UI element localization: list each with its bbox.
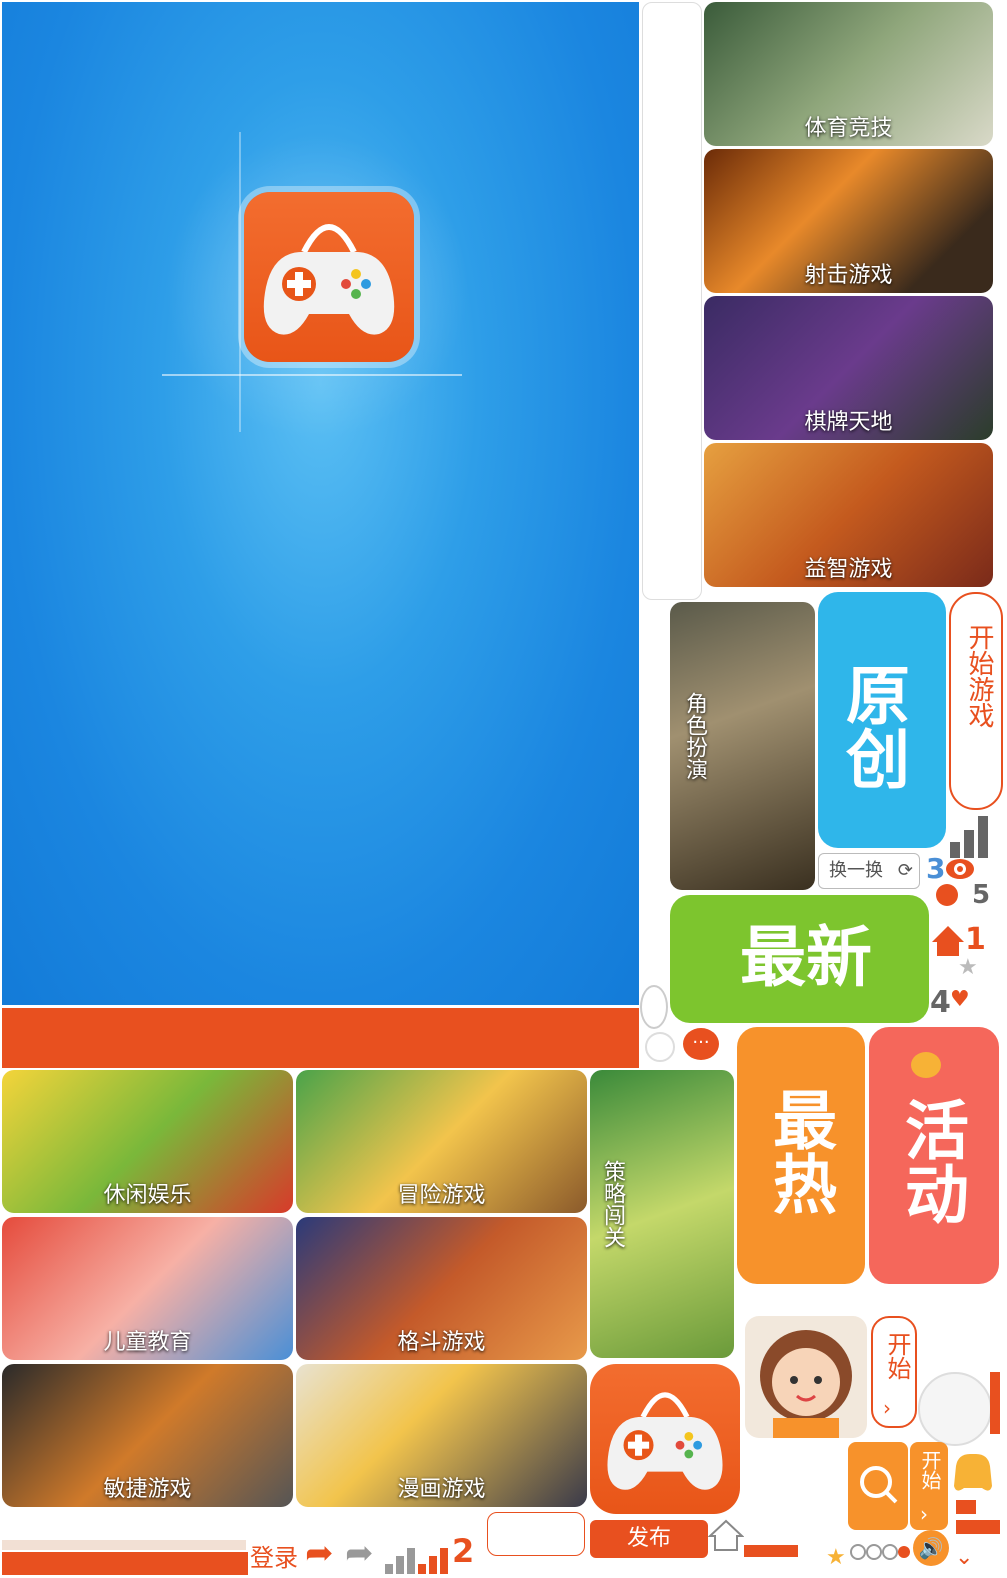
- category-label: 体育竞技: [804, 116, 893, 141]
- chevron-down-icon[interactable]: ⌄: [955, 1545, 973, 1570]
- category-label: 儿童教育: [103, 1330, 192, 1355]
- header-bar: [2, 1008, 639, 1068]
- balloon-icon: [911, 1052, 941, 1078]
- accent-block: [956, 1500, 976, 1514]
- star-icon: ★: [958, 955, 978, 980]
- star-icon: ★: [826, 1545, 846, 1570]
- tile-original[interactable]: 原创: [818, 592, 946, 848]
- share-icon[interactable]: ➦: [345, 1533, 374, 1573]
- category-card-agile[interactable]: 敏捷游戏: [2, 1364, 293, 1507]
- refresh-button[interactable]: 换一换 ⟳: [818, 853, 920, 889]
- progress-track: [2, 1540, 246, 1550]
- avatar: [745, 1316, 867, 1438]
- tile-label: 最热: [762, 1087, 836, 1215]
- refresh-icon: ⟳: [897, 860, 913, 881]
- category-label: 益智游戏: [804, 557, 893, 582]
- category-card-roleplay[interactable]: 角色扮演: [670, 602, 815, 890]
- category-card-cards[interactable]: 棋牌天地: [704, 296, 993, 440]
- search-button[interactable]: [848, 1442, 908, 1530]
- sprite-number: 4: [930, 985, 951, 1020]
- ring-shape: [645, 1032, 675, 1062]
- input-box[interactable]: [487, 1512, 585, 1556]
- category-card-puzzle[interactable]: 益智游戏: [704, 443, 993, 587]
- category-card-shooting[interactable]: 射击游戏: [704, 149, 993, 293]
- category-card-kids[interactable]: 儿童教育: [2, 1217, 293, 1360]
- category-label: 棋牌天地: [804, 410, 893, 435]
- home-outline-icon[interactable]: [707, 1518, 745, 1556]
- accent-block: [956, 1520, 1000, 1534]
- category-label: 休闲娱乐: [103, 1183, 192, 1208]
- eye-icon: [945, 856, 975, 882]
- sprite-number: 5: [972, 880, 991, 910]
- tile-activity[interactable]: 活动: [869, 1027, 999, 1284]
- heart-icon: ♥: [950, 987, 970, 1012]
- app-logo-icon: [590, 1364, 740, 1514]
- side-panel: [642, 2, 702, 600]
- category-label: 冒险游戏: [397, 1183, 486, 1208]
- signal-icon: [385, 1538, 451, 1578]
- category-label: 策略闯关: [600, 1160, 625, 1248]
- progress-bar: [2, 1552, 248, 1575]
- category-card-casual[interactable]: 休闲娱乐: [2, 1070, 293, 1213]
- start-game-button[interactable]: 开始游戏: [949, 592, 1003, 810]
- signal-icon: [950, 812, 1000, 862]
- sprite-number: 1: [965, 922, 986, 957]
- category-card-adventure[interactable]: 冒险游戏: [296, 1070, 587, 1213]
- category-card-fighting[interactable]: 格斗游戏: [296, 1217, 587, 1360]
- app-logo-icon: [244, 192, 414, 362]
- category-card-strategy[interactable]: 策略闯关: [590, 1070, 734, 1358]
- tile-label: 活动: [894, 1097, 968, 1225]
- dot-icon: [936, 884, 958, 906]
- ring-shape: [640, 985, 668, 1029]
- start-small-button[interactable]: 开始 ›: [910, 1442, 948, 1530]
- start-button[interactable]: 开始 ›: [871, 1316, 917, 1428]
- chevron-right-icon: ›: [883, 1396, 891, 1420]
- light-beam: [239, 132, 241, 432]
- tile-label: 最新: [740, 919, 872, 996]
- tile-newest[interactable]: 最新: [670, 895, 929, 1023]
- chat-icon[interactable]: ···: [683, 1028, 719, 1060]
- sprite-number: 2: [452, 1532, 475, 1570]
- accent-block: [744, 1545, 798, 1557]
- publish-button[interactable]: 发布: [590, 1520, 708, 1558]
- volume-icon[interactable]: 🔊: [913, 1530, 949, 1566]
- dots-icon: [850, 1538, 910, 1566]
- category-card-anime[interactable]: 漫画游戏: [296, 1364, 587, 1507]
- chevron-right-icon: ›: [920, 1502, 928, 1526]
- category-label: 角色扮演: [682, 692, 707, 780]
- category-label: 格斗游戏: [397, 1330, 486, 1355]
- sprite-number: 3: [926, 852, 946, 885]
- category-card-sports[interactable]: 体育竞技: [704, 2, 993, 146]
- category-label: 敏捷游戏: [103, 1477, 192, 1502]
- accent-bar: [990, 1372, 1000, 1434]
- tile-label: 原创: [835, 662, 909, 790]
- tile-hottest[interactable]: 最热: [737, 1027, 865, 1284]
- category-label: 漫画游戏: [397, 1477, 486, 1502]
- splash-screen: [2, 2, 639, 1005]
- gamepad-icon: [950, 1446, 994, 1500]
- light-beam: [162, 374, 462, 376]
- share-icon[interactable]: ➦: [305, 1533, 334, 1573]
- category-label: 射击游戏: [804, 263, 893, 288]
- default-avatar-icon: [918, 1372, 992, 1446]
- login-link[interactable]: 登录: [250, 1538, 298, 1573]
